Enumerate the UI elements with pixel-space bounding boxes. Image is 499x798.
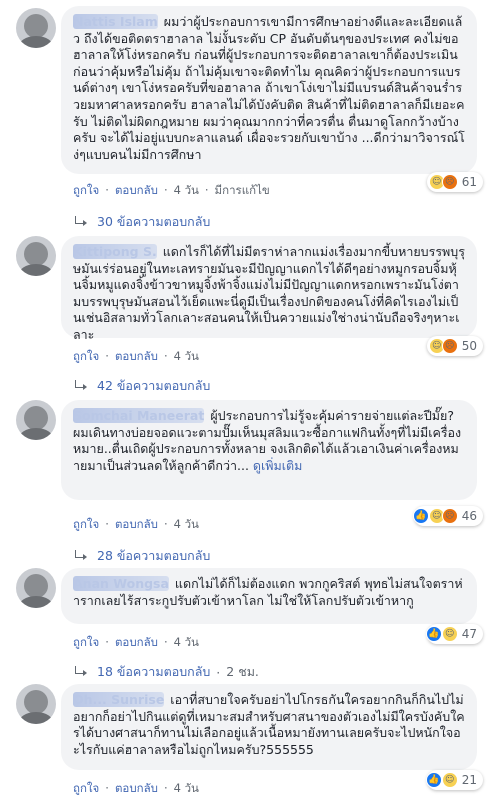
reply-button[interactable]: ตอบกลับ [115, 635, 158, 649]
comment-actions: ถูกใจ · ตอบกลับ · 4 วัน [73, 516, 199, 534]
reaction-count: 21 [461, 773, 477, 787]
see-more-link[interactable]: ดูเพิ่มเติม [253, 458, 303, 473]
edited-label[interactable]: มีการแก้ไข [215, 183, 270, 197]
comment-author[interactable]: Nattis Islam [73, 14, 158, 29]
comment-author[interactable]: Somchai Maneerat [73, 408, 205, 423]
reaction-count: 61 [461, 175, 477, 189]
reaction-count: 47 [461, 627, 477, 641]
comment-text: ผมว่าผู้ประกอบการเขามีการศึกษาอย่างดีและ… [73, 14, 465, 162]
comment-time[interactable]: 4 วัน [174, 517, 199, 531]
sep-dot: · [216, 664, 221, 680]
angry-reaction-icon: ☹ [441, 174, 458, 190]
separator: · [105, 517, 109, 531]
like-button[interactable]: ถูกใจ [73, 781, 99, 795]
comment-author[interactable]: Kittipong S. [73, 244, 157, 259]
view-replies-link[interactable]: 42 ข้อความตอบกลับ [73, 376, 210, 396]
separator: · [163, 183, 168, 197]
reaction-summary[interactable]: ☺ ☹ 61 [426, 172, 483, 192]
separator: · [105, 183, 109, 197]
haha-reaction-icon: ☺ [441, 626, 458, 642]
reply-arrow-icon [73, 216, 87, 228]
reaction-count: 50 [461, 339, 477, 353]
reply-button[interactable]: ตอบกลับ [115, 349, 158, 363]
separator: · [105, 781, 109, 795]
separator: · [163, 635, 168, 649]
separator: · [105, 349, 109, 363]
like-reaction-icon: 👍 [425, 626, 442, 642]
haha-reaction-icon: ☺ [441, 772, 458, 788]
comment-time[interactable]: 4 วัน [174, 635, 199, 649]
comment-time[interactable]: 4 วัน [174, 349, 199, 363]
reply-button[interactable]: ตอบกลับ [115, 781, 158, 795]
reaction-summary[interactable]: ☺ ☹ 50 [426, 336, 483, 356]
like-button[interactable]: ถูกใจ [73, 517, 99, 531]
like-reaction-icon: 👍 [425, 772, 442, 788]
reply-arrow-icon [73, 550, 87, 562]
comment-author[interactable]: Anan Wongsa [73, 576, 169, 591]
like-button[interactable]: ถูกใจ [73, 349, 99, 363]
replies-count[interactable]: 30 ข้อความตอบกลับ [97, 212, 210, 232]
separator: · [163, 781, 168, 795]
view-replies-link[interactable]: 28 ข้อความตอบกลับ [73, 546, 210, 566]
comment-actions: ถูกใจ · ตอบกลับ · 4 วัน [73, 348, 199, 366]
reply-arrow-icon [73, 380, 87, 392]
reaction-summary[interactable]: 👍 ☺ ☹ 46 [412, 506, 483, 526]
comment-author[interactable]: Oh... Sunrise [73, 692, 165, 707]
separator: · [163, 517, 168, 531]
avatar[interactable] [16, 568, 56, 608]
reaction-summary[interactable]: 👍 ☺ 21 [425, 770, 483, 790]
like-button[interactable]: ถูกใจ [73, 183, 99, 197]
comment-time[interactable]: 4 วัน [174, 183, 199, 197]
reaction-count: 46 [461, 509, 477, 523]
like-reaction-icon: 👍 [412, 508, 429, 524]
comment-time[interactable]: 4 วัน [174, 781, 199, 795]
comment-bubble: Anan Wongsa แดกไม่ได้ก็ไม่ต้องแดก พวกกูคร… [61, 568, 477, 624]
comment-actions: ถูกใจ · ตอบกลับ · 4 วัน · มีการแก้ไข [73, 182, 270, 200]
avatar[interactable] [16, 236, 56, 276]
reply-time[interactable]: 2 ชม. [226, 662, 259, 682]
separator: · [204, 183, 209, 197]
like-button[interactable]: ถูกใจ [73, 635, 99, 649]
avatar[interactable] [16, 684, 56, 724]
reply-button[interactable]: ตอบกลับ [115, 183, 158, 197]
view-replies-link[interactable]: 18 ข้อความตอบกลับ · 2 ชม. [73, 662, 259, 682]
comment-bubble: Somchai Maneerat ผู้ประกอบการไม่รู้จะคุ้ม… [61, 400, 477, 500]
comment-actions: ถูกใจ · ตอบกลับ · 4 วัน [73, 634, 199, 652]
replies-count[interactable]: 18 ข้อความตอบกลับ [97, 662, 210, 682]
avatar[interactable] [16, 400, 56, 440]
angry-reaction-icon: ☹ [441, 508, 458, 524]
comment-bubble: Nattis Islam ผมว่าผู้ประกอบการเขามีการศึก… [61, 6, 477, 174]
comment-bubble: Oh... Sunrise เอาที่สบายใจครับอย่าไปโกรธก… [61, 684, 477, 770]
reply-button[interactable]: ตอบกลับ [115, 517, 158, 531]
reaction-summary[interactable]: 👍 ☺ 47 [425, 624, 483, 644]
separator: · [105, 635, 109, 649]
comment-bubble: Kittipong S. แดกไรก็ได้ที่ไม่มีตราห่าลากแ… [61, 236, 477, 342]
angry-reaction-icon: ☹ [441, 338, 458, 354]
view-replies-link[interactable]: 30 ข้อความตอบกลับ [73, 212, 210, 232]
replies-count[interactable]: 28 ข้อความตอบกลับ [97, 546, 210, 566]
separator: · [163, 349, 168, 363]
avatar[interactable] [16, 8, 56, 48]
comment-actions: ถูกใจ · ตอบกลับ · 4 วัน [73, 780, 199, 798]
replies-count[interactable]: 42 ข้อความตอบกลับ [97, 376, 210, 396]
reply-arrow-icon [73, 666, 87, 678]
